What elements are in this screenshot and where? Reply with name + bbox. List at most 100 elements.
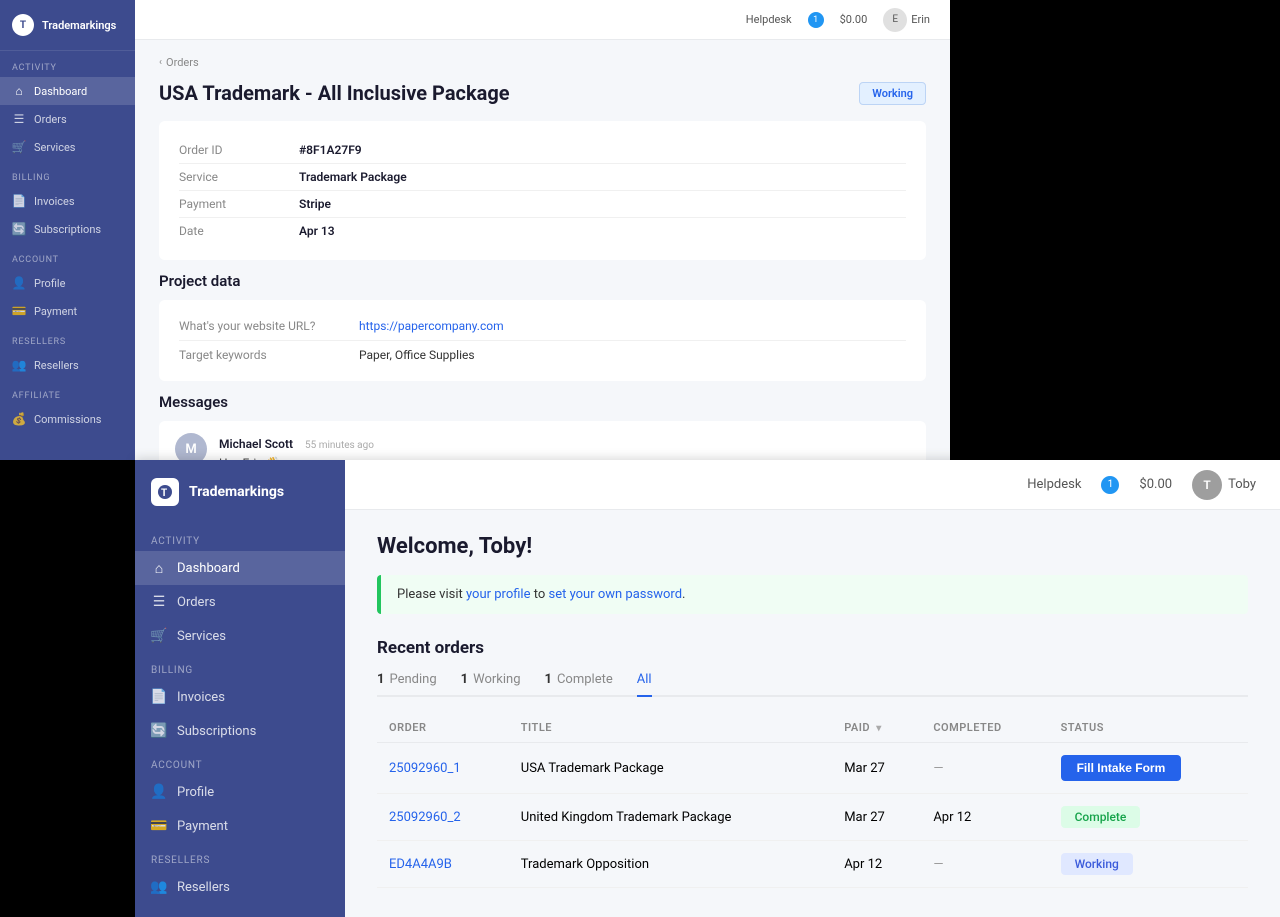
section-label-resellers-bottom: Resellers <box>135 843 345 870</box>
complete-badge: Complete <box>1061 806 1141 828</box>
message-author: Michael Scott <box>219 437 293 451</box>
home-icon: ⌂ <box>12 84 26 98</box>
profile-icon: 👤 <box>12 276 26 290</box>
breadcrumb-top: ‹ Orders <box>159 56 926 69</box>
svg-text:T: T <box>161 488 167 499</box>
service-row: Service Trademark Package <box>179 164 906 191</box>
sidebar-item-dashboard-bottom[interactable]: ⌂ Dashboard <box>135 551 345 585</box>
dashboard-content: Welcome, Toby! Please visit your profile… <box>345 510 1280 912</box>
sidebar-item-orders-top[interactable]: ☰ Orders <box>0 105 135 133</box>
helpdesk-link-bottom[interactable]: Helpdesk <box>1027 477 1081 492</box>
sidebar-item-orders-bottom[interactable]: ☰ Orders <box>135 585 345 619</box>
notifications-bottom[interactable]: 1 <box>1101 476 1119 494</box>
sidebar-item-subscriptions-bottom[interactable]: 🔄 Subscriptions <box>135 714 345 748</box>
col-paid[interactable]: PAID ▾ <box>832 713 921 743</box>
sidebar-item-services-bottom[interactable]: 🛒 Services <box>135 619 345 653</box>
sidebar-item-profile-bottom[interactable]: 👤 Profile <box>135 775 345 809</box>
order-paid-1: Mar 27 <box>832 743 921 794</box>
sidebar-item-subscriptions-top[interactable]: 🔄 Subscriptions <box>0 215 135 243</box>
message-avatar: M <box>175 433 207 460</box>
sidebar-item-commissions-top[interactable]: 💰 Commissions <box>0 405 135 433</box>
order-header: USA Trademark - All Inclusive Package Wo… <box>159 81 926 105</box>
website-label: What's your website URL? <box>179 319 359 333</box>
tab-pending[interactable]: 1 Pending <box>377 672 437 695</box>
sidebar-item-dashboard-top[interactable]: ⌂ Dashboard <box>0 77 135 105</box>
tab-working[interactable]: 1 Working <box>461 672 521 695</box>
orders-table: ORDER TITLE PAID ▾ COMPLETED STATUS 2509… <box>377 713 1248 888</box>
topbar-bottom: Helpdesk 1 $0.00 T Toby <box>345 460 1280 510</box>
payment-row: Payment Stripe <box>179 191 906 218</box>
user-avatar-bottom: T <box>1192 470 1222 500</box>
working-count: 1 <box>461 672 468 687</box>
sidebar-bottom: T Trademarkings Activity ⌂ Dashboard ☰ O… <box>135 460 345 917</box>
sidebar-item-resellers-bottom[interactable]: 👥 Resellers <box>135 870 345 904</box>
order-id-3[interactable]: ED4A4A9B <box>377 841 509 888</box>
order-id-1[interactable]: 25092960_1 <box>377 743 509 794</box>
sidebar-label-profile-top: Profile <box>34 277 65 290</box>
sidebar-label-services-top: Services <box>34 141 75 154</box>
order-paid-3: Apr 12 <box>832 841 921 888</box>
tab-complete[interactable]: 1 Complete <box>545 672 613 695</box>
topbar-top: Helpdesk 1 $0.00 E Erin <box>135 0 950 40</box>
main-content-top: Helpdesk 1 $0.00 E Erin ‹ Orders USA Tra… <box>135 0 950 460</box>
sidebar-label-resellers-bottom: Resellers <box>177 880 230 895</box>
subscriptions-icon-b: 🔄 <box>151 723 167 739</box>
sort-icon: ▾ <box>876 723 882 734</box>
fill-intake-button[interactable]: Fill Intake Form <box>1061 755 1182 781</box>
balance-bottom: $0.00 <box>1139 477 1172 492</box>
sidebar-item-invoices-top[interactable]: 📄 Invoices <box>0 187 135 215</box>
user-menu-top[interactable]: E Erin <box>883 8 930 32</box>
sidebar-item-invoices-bottom[interactable]: 📄 Invoices <box>135 680 345 714</box>
password-link[interactable]: set your own password <box>549 587 683 602</box>
sidebar-label-subscriptions-top: Subscriptions <box>34 223 101 236</box>
sidebar-label-services-bottom: Services <box>177 629 226 644</box>
user-menu-bottom[interactable]: T Toby <box>1192 470 1256 500</box>
sidebar-item-resellers-top[interactable]: 👥 Resellers <box>0 351 135 379</box>
resellers-icon: 👥 <box>12 358 26 372</box>
notifications-top[interactable]: 1 <box>808 12 824 28</box>
user-name-top: Erin <box>911 13 930 26</box>
order-completed-1: — <box>921 743 1048 794</box>
logo-text-bottom: Trademarkings <box>189 484 284 500</box>
orders-tabs: 1 Pending 1 Working 1 Complete All <box>377 672 1248 697</box>
resellers-icon-b: 👥 <box>151 879 167 895</box>
sidebar-item-payment-bottom[interactable]: 💳 Payment <box>135 809 345 843</box>
col-completed: COMPLETED <box>921 713 1048 743</box>
col-order: ORDER <box>377 713 509 743</box>
welcome-heading: Welcome, Toby! <box>377 534 1248 559</box>
section-label-activity-bottom: Activity <box>135 524 345 551</box>
sidebar-item-payment-top[interactable]: 💳 Payment <box>0 297 135 325</box>
order-id-2[interactable]: 25092960_2 <box>377 794 509 841</box>
helpdesk-label-top: Helpdesk <box>746 13 792 26</box>
commissions-icon: 💰 <box>12 412 26 426</box>
table-row: 25092960_1 USA Trademark Package Mar 27 … <box>377 743 1248 794</box>
order-id-row: Order ID #8F1A27F9 <box>179 137 906 164</box>
alert-mid: to <box>531 587 549 602</box>
content-area-top: ‹ Orders USA Trademark - All Inclusive P… <box>135 40 950 460</box>
orders-icon-b: ☰ <box>151 594 167 610</box>
sidebar-label-orders-top: Orders <box>34 113 67 126</box>
breadcrumb-arrow: ‹ <box>159 57 162 68</box>
sidebar-label-dashboard-bottom: Dashboard <box>177 561 240 576</box>
home-icon-b: ⌂ <box>151 560 167 576</box>
working-label: Working <box>473 672 520 687</box>
order-title-1: USA Trademark Package <box>509 743 832 794</box>
pending-count: 1 <box>377 672 384 687</box>
order-status-3: Working <box>1049 841 1248 888</box>
section-label-account-top: Account <box>0 243 135 269</box>
order-status-1: Fill Intake Form <box>1049 743 1248 794</box>
helpdesk-link-top[interactable]: Helpdesk <box>746 13 792 26</box>
sidebar-item-profile-top[interactable]: 👤 Profile <box>0 269 135 297</box>
sidebar-label-invoices-bottom: Invoices <box>177 690 225 705</box>
payment-value: Stripe <box>299 197 331 211</box>
section-label-account-bottom: Account <box>135 748 345 775</box>
sidebar-item-services-top[interactable]: 🛒 Services <box>0 133 135 161</box>
keywords-label: Target keywords <box>179 348 359 362</box>
date-value: Apr 13 <box>299 224 335 238</box>
message-header: Michael Scott 55 minutes ago <box>219 433 374 452</box>
profile-link[interactable]: your profile <box>466 587 531 602</box>
service-label: Service <box>179 170 299 184</box>
tab-all[interactable]: All <box>637 672 652 697</box>
message-item: M Michael Scott 55 minutes ago Hey Erin … <box>159 421 926 460</box>
website-link[interactable]: https://papercompany.com <box>359 319 504 333</box>
